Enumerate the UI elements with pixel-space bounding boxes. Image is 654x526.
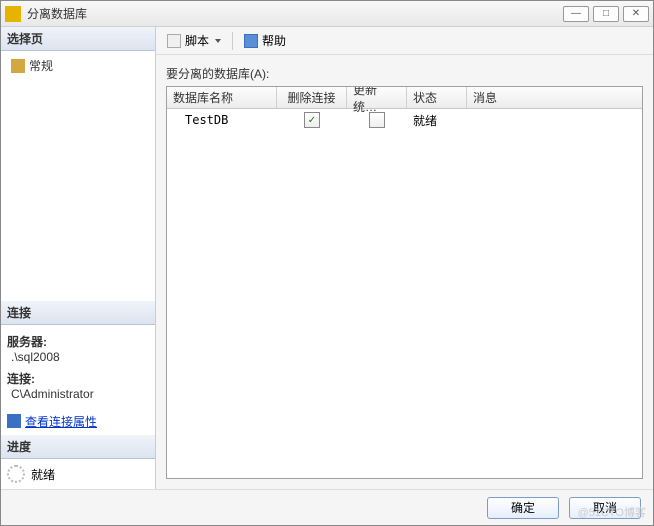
connection-body: 服务器: .\sql2008 连接: C\Administrator 查看连接属… xyxy=(1,325,155,436)
conn-label: 连接: xyxy=(7,370,149,387)
select-page-body: 常规 xyxy=(1,51,155,80)
grid-header: 数据库名称 删除连接 更新统… 状态 消息 xyxy=(167,87,642,109)
toolbar: 脚本 帮助 xyxy=(156,27,653,55)
table-row[interactable]: TestDB ✓ 就绪 xyxy=(167,109,642,131)
col-header-status[interactable]: 状态 xyxy=(407,87,467,108)
cancel-button[interactable]: 取消 xyxy=(569,497,641,519)
update-stats-checkbox[interactable] xyxy=(369,112,385,128)
conn-value: C\Administrator xyxy=(7,387,149,401)
main-body: 要分离的数据库(A): 数据库名称 删除连接 更新统… 状态 消息 TestDB… xyxy=(156,55,653,489)
cell-update xyxy=(347,109,407,131)
database-grid: 数据库名称 删除连接 更新统… 状态 消息 TestDB ✓ 就绪 xyxy=(166,86,643,479)
close-button[interactable]: ✕ xyxy=(623,6,649,22)
col-header-name[interactable]: 数据库名称 xyxy=(167,87,277,108)
sidebar-item-label: 常规 xyxy=(29,57,53,74)
chevron-down-icon xyxy=(215,39,221,43)
view-connection-link[interactable]: 查看连接属性 xyxy=(7,413,97,430)
sidebar: 选择页 常规 连接 服务器: .\sql2008 连接: C\Administr… xyxy=(1,27,156,489)
help-label: 帮助 xyxy=(262,32,286,49)
progress-body: 就绪 xyxy=(1,459,155,489)
col-header-update[interactable]: 更新统… xyxy=(347,87,407,108)
app-icon xyxy=(5,6,21,22)
col-header-drop[interactable]: 删除连接 xyxy=(277,87,347,108)
maximize-button[interactable]: □ xyxy=(593,6,619,22)
spinner-icon xyxy=(7,465,25,483)
section-label: 要分离的数据库(A): xyxy=(166,65,643,82)
cell-message xyxy=(467,109,642,131)
cell-name: TestDB xyxy=(167,109,277,131)
sidebar-item-general[interactable]: 常规 xyxy=(7,55,149,76)
progress-section: 进度 就绪 xyxy=(1,435,155,489)
page-icon xyxy=(11,59,25,73)
cell-drop: ✓ xyxy=(277,109,347,131)
window-title: 分离数据库 xyxy=(27,5,563,22)
titlebar: 分离数据库 — □ ✕ xyxy=(1,1,653,27)
view-connection-label: 查看连接属性 xyxy=(25,413,97,430)
connection-header: 连接 xyxy=(1,301,155,325)
select-page-header: 选择页 xyxy=(1,27,155,51)
help-icon xyxy=(244,34,258,48)
connection-section: 连接 服务器: .\sql2008 连接: C\Administrator 查看… xyxy=(1,301,155,436)
drop-connections-checkbox[interactable]: ✓ xyxy=(304,112,320,128)
script-icon xyxy=(167,34,181,48)
window-buttons: — □ ✕ xyxy=(563,6,649,22)
progress-status: 就绪 xyxy=(31,466,55,483)
server-value: .\sql2008 xyxy=(7,350,149,364)
main-panel: 脚本 帮助 要分离的数据库(A): 数据库名称 删除连接 更新统… 状态 消息 xyxy=(156,27,653,489)
ok-button[interactable]: 确定 xyxy=(487,497,559,519)
dialog-footer: 确定 取消 xyxy=(1,489,653,525)
script-button[interactable]: 脚本 xyxy=(162,29,226,52)
properties-icon xyxy=(7,414,21,428)
help-button[interactable]: 帮助 xyxy=(239,29,291,52)
server-label: 服务器: xyxy=(7,333,149,350)
col-header-message[interactable]: 消息 xyxy=(467,87,642,108)
content-area: 选择页 常规 连接 服务器: .\sql2008 连接: C\Administr… xyxy=(1,27,653,489)
cell-status: 就绪 xyxy=(407,109,467,131)
toolbar-separator xyxy=(232,32,233,50)
script-label: 脚本 xyxy=(185,32,209,49)
minimize-button[interactable]: — xyxy=(563,6,589,22)
progress-header: 进度 xyxy=(1,435,155,459)
select-page-section: 选择页 常规 xyxy=(1,27,155,301)
